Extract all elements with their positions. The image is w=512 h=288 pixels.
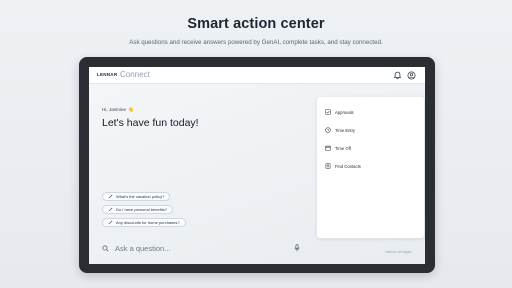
suggestion-chip[interactable]: Any discounts for home purchases?	[102, 218, 186, 227]
panel-item-label: Time Off	[335, 145, 351, 151]
product-name: Connect	[120, 70, 150, 79]
clock-icon	[325, 127, 331, 133]
suggestion-label: What's the vacation policy?	[116, 194, 165, 199]
greeting: Hi, Jasmine 👋	[102, 107, 134, 113]
sparkle-icon	[108, 194, 113, 199]
checkbox-icon	[325, 109, 331, 115]
question-input[interactable]	[115, 243, 275, 253]
suggestion-label: Do I have personal benefits?	[116, 207, 167, 212]
footnote: Internal use tagline	[385, 250, 412, 254]
suggestion-chip[interactable]: Do I have personal benefits?	[102, 205, 173, 214]
app-header: LENNAR Connect	[89, 67, 425, 84]
panel-item-find-contacts[interactable]: Find Contacts	[325, 163, 361, 169]
suggestion-chip[interactable]: What's the vacation policy?	[102, 192, 171, 201]
microphone-icon[interactable]	[294, 244, 300, 252]
panel-item-label: Approvals	[335, 109, 354, 115]
suggestion-list: What's the vacation policy? Do I have pe…	[102, 192, 222, 231]
account-icon[interactable]	[407, 71, 416, 80]
app-screen: LENNAR Connect Hi, Jasmine 👋 Let's have …	[89, 67, 425, 264]
question-bar	[102, 240, 300, 256]
hero-title: Smart action center	[187, 16, 325, 32]
brand-logo: LENNAR	[97, 72, 118, 77]
panel-item-time-entry[interactable]: Time Entry	[325, 127, 355, 133]
panel-item-label: Time Entry	[335, 127, 356, 133]
search-icon	[102, 244, 109, 252]
tablet-frame: LENNAR Connect Hi, Jasmine 👋 Let's have …	[79, 57, 435, 273]
wave-emoji: 👋	[128, 107, 135, 112]
quick-actions-panel: Approvals Time Entry Time Off Find Conta…	[317, 97, 424, 238]
calendar-icon	[325, 145, 331, 151]
sparkle-icon	[108, 207, 113, 212]
panel-item-approvals[interactable]: Approvals	[325, 109, 354, 115]
greeting-text: Hi, Jasmine	[102, 107, 126, 112]
bell-icon[interactable]	[393, 71, 402, 80]
sparkle-icon	[108, 220, 113, 225]
panel-item-time-off[interactable]: Time Off	[325, 145, 351, 151]
panel-item-label: Find Contacts	[335, 163, 361, 169]
hero-subtitle: Ask questions and receive answers powere…	[129, 39, 383, 46]
suggestion-label: Any discounts for home purchases?	[116, 220, 180, 225]
headline: Let's have fun today!	[102, 117, 199, 129]
contact-card-icon	[325, 163, 331, 169]
